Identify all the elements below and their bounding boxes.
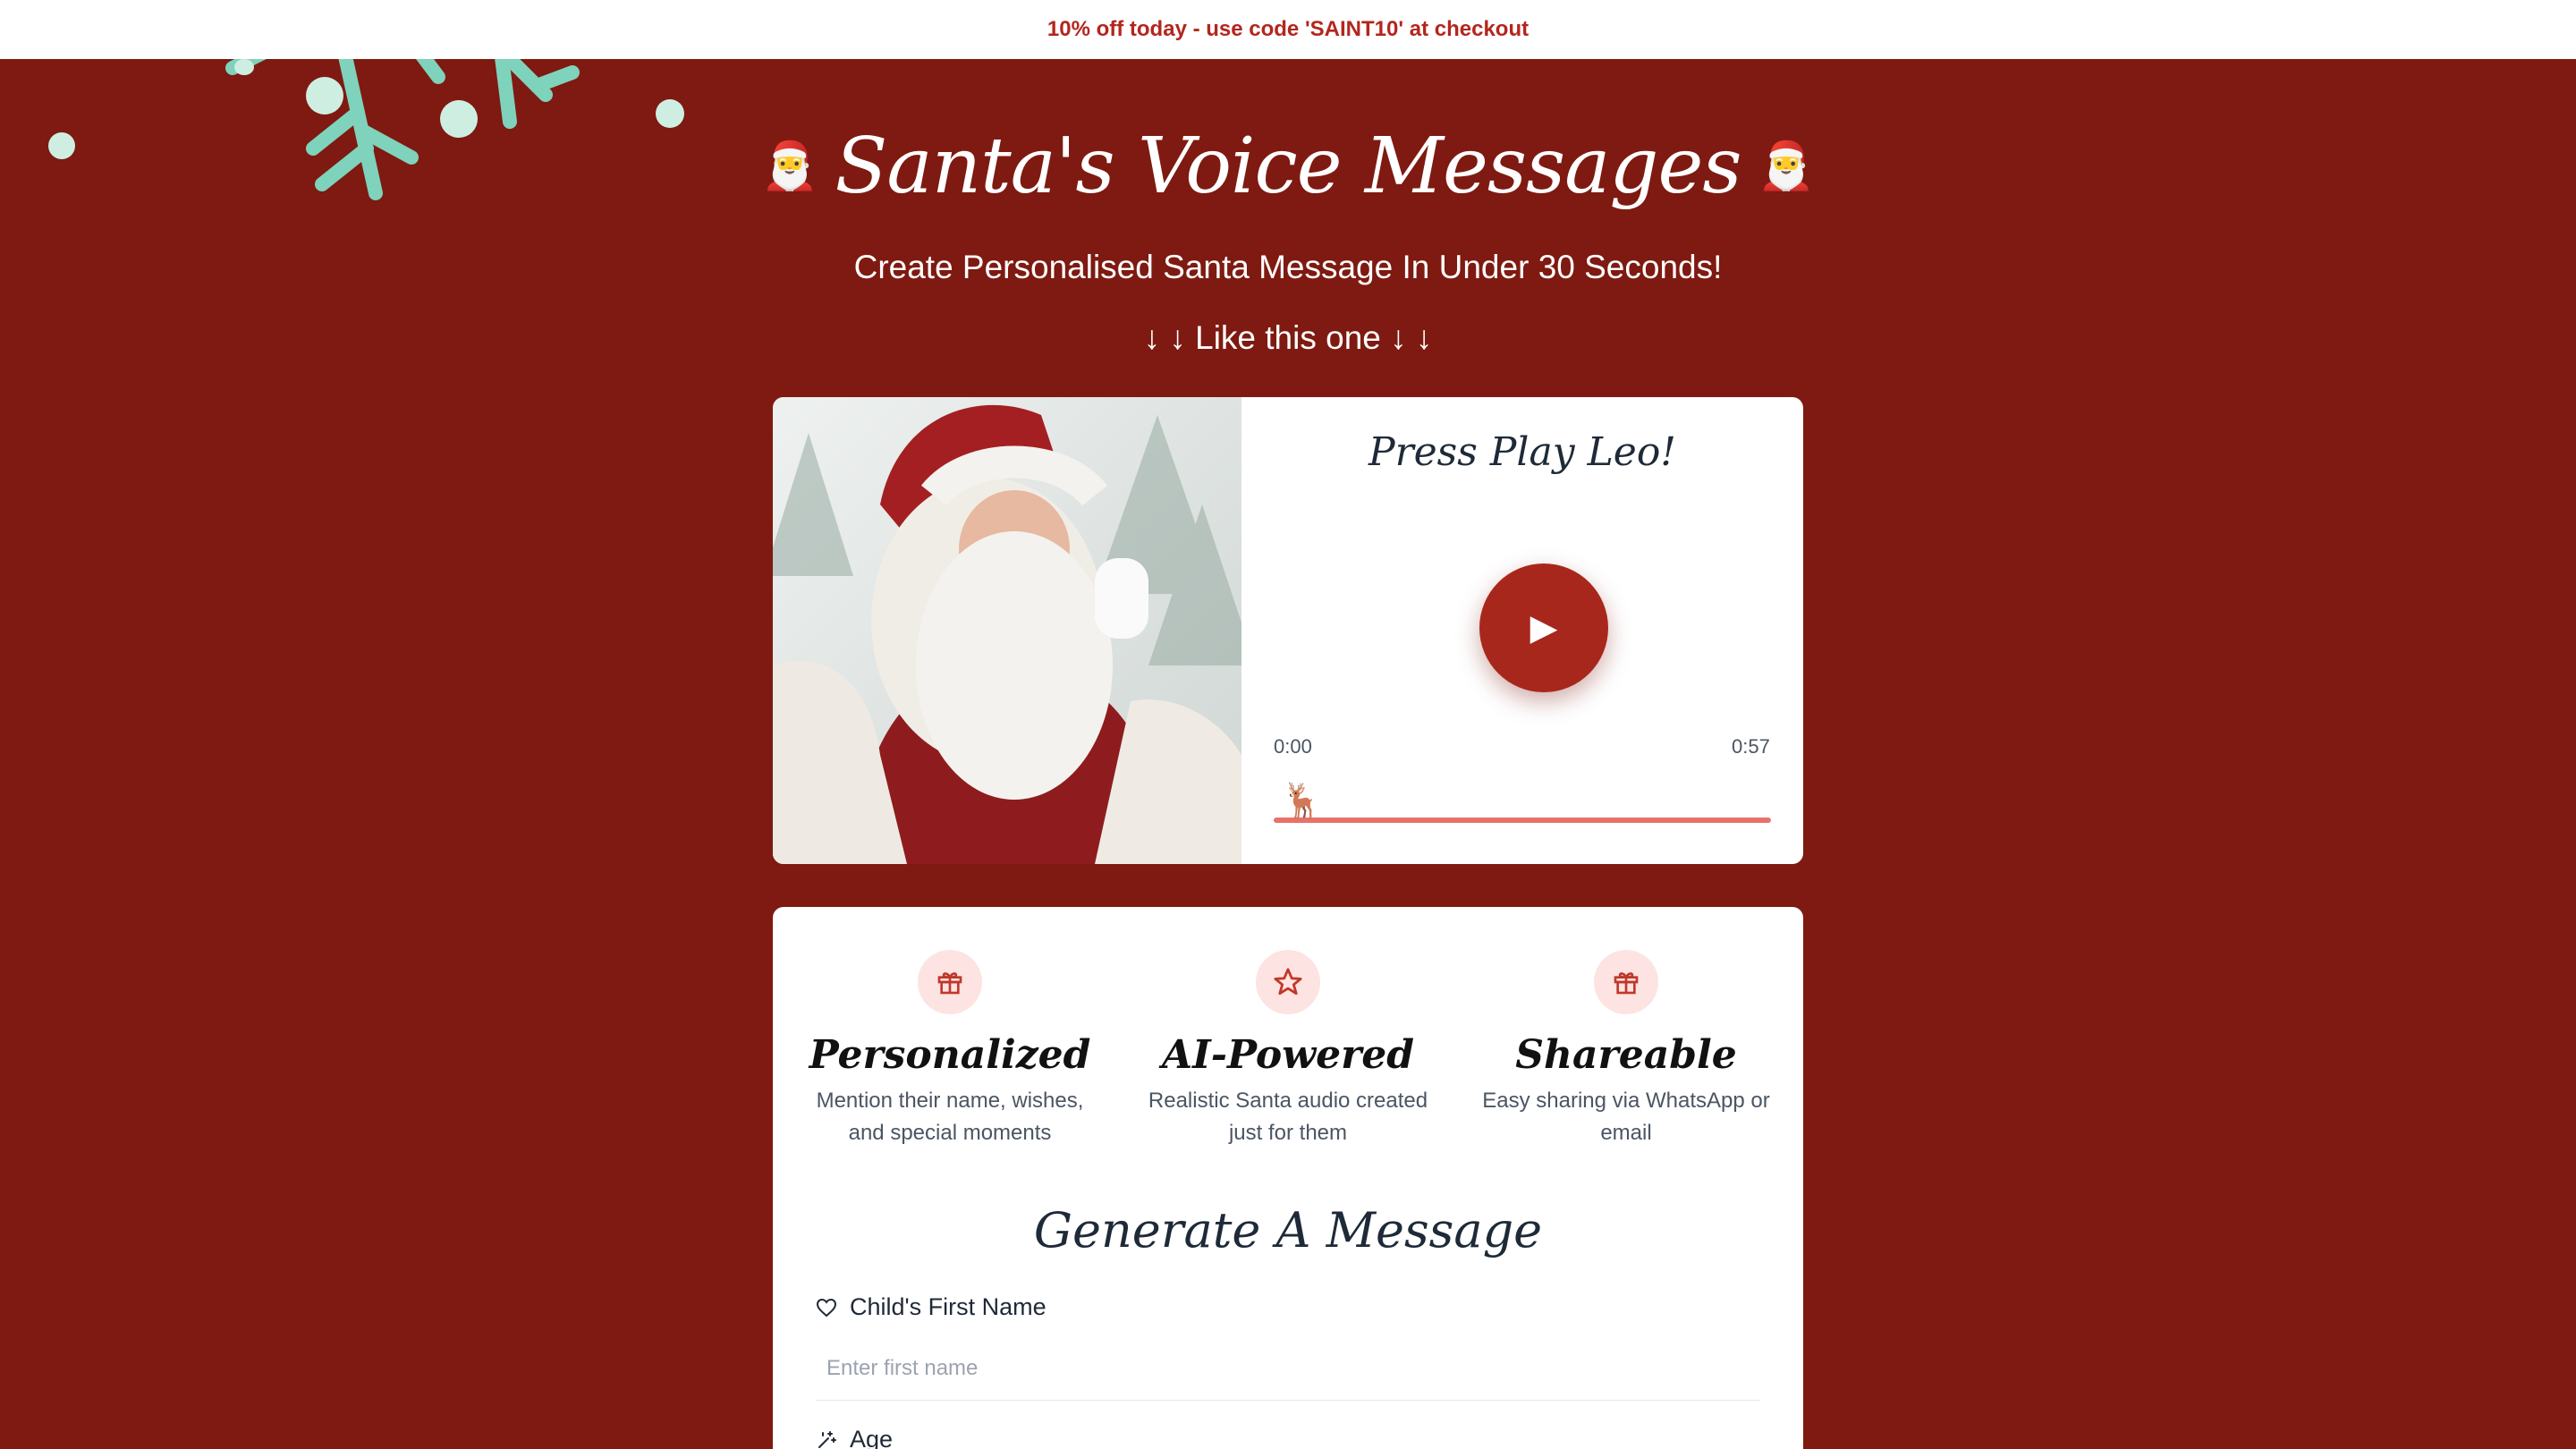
- gift-icon: [1594, 950, 1658, 1014]
- snow-dot: [306, 77, 343, 114]
- santa-photo: [773, 397, 1241, 864]
- promo-text: 10% off today - use code 'SAINT10' at ch…: [1046, 17, 1530, 41]
- time-current: 0:00: [1274, 735, 1312, 758]
- feature-title: AI-Powered: [1161, 1032, 1415, 1078]
- gift-icon: [918, 950, 982, 1014]
- feature-personalized: Personalized Mention their name, wishes,…: [798, 950, 1102, 1149]
- reindeer-scrubber-icon[interactable]: 🦌: [1281, 782, 1323, 821]
- generate-title: Generate A Message: [1033, 1202, 1543, 1258]
- audio-progress-bar[interactable]: [1274, 818, 1771, 823]
- time-total: 0:57: [1732, 735, 1770, 758]
- feature-desc: Realistic Santa audio created just for t…: [1148, 1089, 1428, 1145]
- age-label: Age: [816, 1426, 893, 1449]
- page-subtitle: Create Personalised Santa Message In Und…: [853, 249, 1723, 285]
- sparkles-icon: [818, 1430, 836, 1448]
- page-title: 🎅 Santa's Voice Messages 🎅: [0, 113, 2576, 220]
- player-heading: Press Play Leo!: [1368, 429, 1676, 475]
- heart-icon: [816, 1298, 837, 1317]
- star-icon: [1256, 950, 1320, 1014]
- feature-title: Personalized: [809, 1032, 1091, 1078]
- santa-emoji-left: 🎅: [760, 140, 819, 192]
- name-label: Child's First Name: [816, 1293, 1046, 1321]
- snow-dot: [234, 59, 254, 75]
- feature-shareable: Shareable Easy sharing via WhatsApp or e…: [1474, 950, 1778, 1149]
- feature-title: Shareable: [1515, 1032, 1737, 1078]
- play-icon: ▶: [1530, 608, 1558, 648]
- age-label-text: Age: [850, 1426, 894, 1449]
- promo-banner: 10% off today - use code 'SAINT10' at ch…: [0, 0, 2576, 59]
- first-name-input[interactable]: [816, 1336, 1760, 1401]
- example-pointer: ↓ ↓ Like this one ↓ ↓: [1143, 319, 1433, 356]
- feature-desc: Easy sharing via WhatsApp or email: [1482, 1089, 1770, 1145]
- feature-ai-powered: AI-Powered Realistic Santa audio created…: [1136, 950, 1440, 1149]
- generator-card: Personalized Mention their name, wishes,…: [773, 907, 1803, 1449]
- santa-emoji-right: 🎅: [1757, 140, 1816, 192]
- play-button[interactable]: ▶: [1479, 564, 1608, 692]
- feature-desc: Mention their name, wishes, and special …: [816, 1089, 1084, 1145]
- name-label-text: Child's First Name: [850, 1293, 1046, 1320]
- player-panel: Press Play Leo! ▶: [1241, 397, 1803, 864]
- page-title-text: Santa's Voice Messages: [835, 122, 1742, 211]
